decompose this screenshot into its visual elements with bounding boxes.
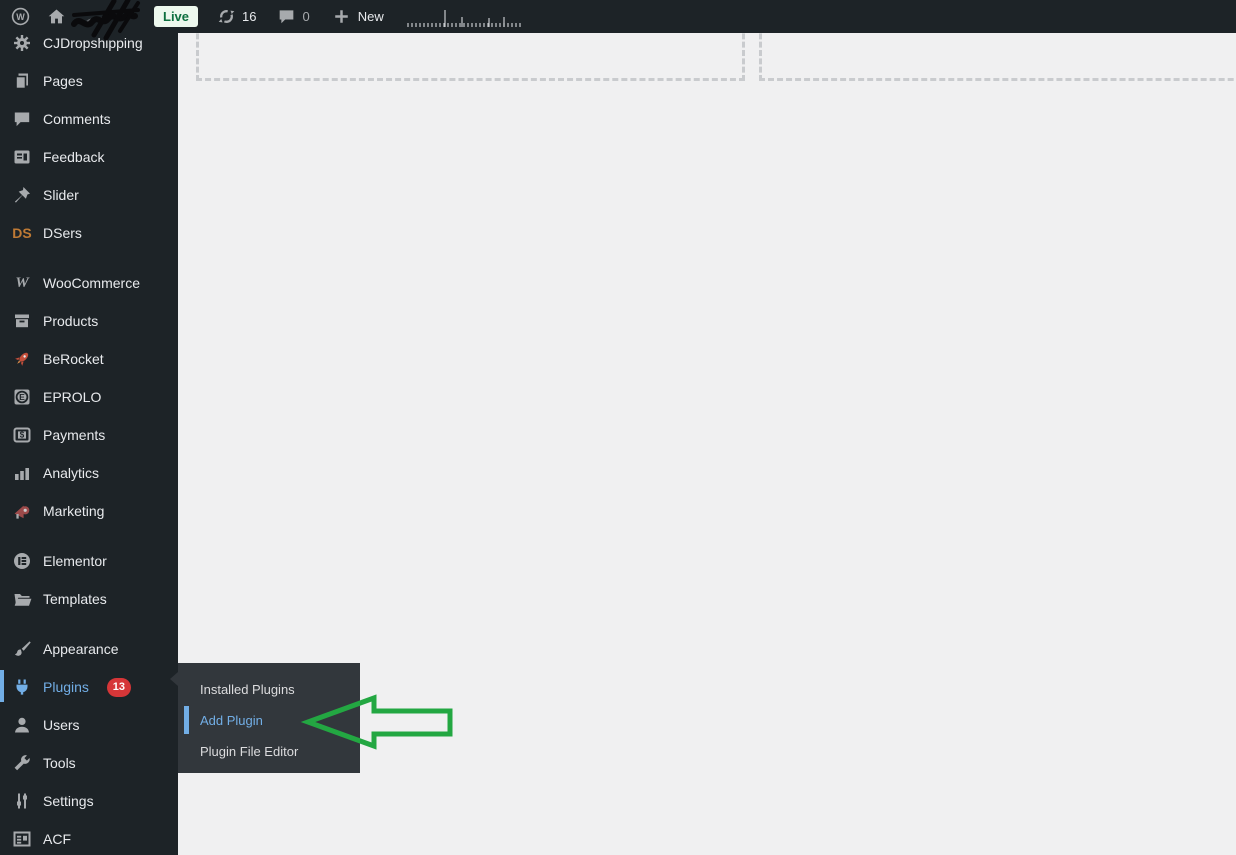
sidebar-item-label: Marketing bbox=[43, 503, 105, 519]
updates-menu-item[interactable]: 16 bbox=[216, 0, 256, 33]
live-badge[interactable]: Live bbox=[154, 6, 199, 27]
plugins-update-badge: 13 bbox=[106, 677, 131, 697]
sidebar-item-elementor[interactable]: Elementor bbox=[0, 542, 178, 580]
sliders-icon bbox=[12, 791, 32, 811]
submenu-item-installed-plugins[interactable]: Installed Plugins bbox=[178, 674, 360, 705]
sidebar-item-settings[interactable]: Settings bbox=[0, 782, 178, 820]
bar-chart-icon bbox=[12, 463, 32, 483]
submenu-item-add-plugin[interactable]: Add Plugin bbox=[178, 705, 360, 736]
sidebar-item-label: BeRocket bbox=[43, 351, 104, 367]
form-icon bbox=[12, 147, 32, 167]
elementor-logo bbox=[12, 551, 32, 571]
sidebar-separator bbox=[0, 618, 178, 630]
sidebar-item-woocommerce[interactable]: W WooCommerce bbox=[0, 264, 178, 302]
site-name-redacted bbox=[71, 0, 140, 41]
comment-bubble-icon bbox=[276, 7, 296, 27]
site-link[interactable]: Live bbox=[46, 0, 199, 41]
plugins-flyout-submenu: Installed Plugins Add Plugin Plugin File… bbox=[170, 663, 360, 773]
box-icon bbox=[12, 311, 32, 331]
sidebar-item-label: Users bbox=[43, 717, 80, 733]
sidebar-item-label: Settings bbox=[43, 793, 94, 809]
sidebar-item-products[interactable]: Products bbox=[0, 302, 178, 340]
folder-icon bbox=[12, 589, 32, 609]
sidebar-item-feedback[interactable]: Feedback bbox=[0, 138, 178, 176]
updates-count: 16 bbox=[242, 9, 257, 24]
pages-icon bbox=[12, 71, 32, 91]
dsers-logo: DS bbox=[12, 225, 32, 241]
submenu-item-plugin-file-editor[interactable]: Plugin File Editor bbox=[178, 736, 360, 767]
svg-text:E: E bbox=[19, 392, 25, 402]
svg-text:$: $ bbox=[20, 431, 25, 440]
sidebar-item-templates[interactable]: Templates bbox=[0, 580, 178, 618]
megaphone-icon bbox=[12, 501, 32, 521]
sidebar-item-label: ACF bbox=[43, 831, 71, 847]
sidebar-item-users[interactable]: Users bbox=[0, 706, 178, 744]
dollar-card-icon: $ bbox=[12, 425, 32, 445]
sidebar-item-label: Slider bbox=[43, 187, 79, 203]
sidebar-item-label: Plugins bbox=[43, 679, 89, 695]
sidebar-item-pages[interactable]: Pages bbox=[0, 62, 178, 100]
comments-menu-item[interactable]: 0 bbox=[276, 0, 310, 33]
sidebar-item-label: Comments bbox=[43, 111, 111, 127]
sidebar-item-marketing[interactable]: Marketing bbox=[0, 492, 178, 530]
sidebar-item-plugins[interactable]: Plugins 13 bbox=[0, 668, 178, 706]
plus-icon bbox=[332, 7, 352, 27]
paintbrush-icon bbox=[12, 639, 32, 659]
admin-top-bar: W Live 16 0 New bbox=[0, 0, 1236, 41]
sidebar-item-eprolo[interactable]: E EPROLO bbox=[0, 378, 178, 416]
sidebar-separator bbox=[0, 252, 178, 264]
sidebar-item-label: Pages bbox=[43, 73, 83, 89]
new-menu-item[interactable]: New bbox=[332, 0, 384, 33]
sidebar-item-label: Elementor bbox=[43, 553, 107, 569]
sidebar-item-label: Appearance bbox=[43, 641, 119, 657]
dashed-placeholder-box bbox=[196, 33, 745, 81]
plug-icon bbox=[12, 677, 32, 697]
wordpress-logo-icon: W bbox=[10, 7, 30, 27]
sidebar-item-label: Feedback bbox=[43, 149, 105, 165]
pushpin-icon bbox=[12, 185, 32, 205]
svg-text:W: W bbox=[16, 12, 25, 22]
redacted-text-ticks bbox=[402, 0, 532, 33]
sidebar-item-tools[interactable]: Tools bbox=[0, 744, 178, 782]
eprolo-logo: E bbox=[12, 387, 32, 407]
sidebar-item-label: Tools bbox=[43, 755, 76, 771]
sidebar-item-label: Products bbox=[43, 313, 99, 329]
sidebar-item-label: EPROLO bbox=[43, 389, 102, 405]
sidebar-item-slider[interactable]: Slider bbox=[0, 176, 178, 214]
sidebar-item-appearance[interactable]: Appearance bbox=[0, 630, 178, 668]
sidebar-item-analytics[interactable]: Analytics bbox=[0, 454, 178, 492]
speech-bubble-icon bbox=[12, 109, 32, 129]
wrench-icon bbox=[12, 753, 32, 773]
dashed-placeholder-box bbox=[759, 33, 1236, 81]
sidebar-item-label: Payments bbox=[43, 427, 106, 443]
sidebar-item-label: Analytics bbox=[43, 465, 100, 481]
sidebar-item-dsers[interactable]: DS DSers bbox=[0, 214, 178, 252]
sidebar-item-comments[interactable]: Comments bbox=[0, 100, 178, 138]
update-icon bbox=[216, 7, 236, 27]
sidebar-item-label: DSers bbox=[43, 225, 82, 241]
sidebar-item-payments[interactable]: $ Payments bbox=[0, 416, 178, 454]
wordpress-menu-item[interactable]: W bbox=[10, 0, 30, 33]
sidebar-item-acf[interactable]: ACF bbox=[0, 820, 178, 855]
new-label: New bbox=[357, 9, 384, 24]
rocket-icon bbox=[12, 349, 32, 369]
woocommerce-logo: W bbox=[15, 274, 29, 291]
gear-icon bbox=[12, 33, 32, 53]
sidebar-separator bbox=[0, 530, 178, 542]
sidebar-item-label: Templates bbox=[43, 591, 107, 607]
table-grid-icon bbox=[12, 829, 32, 849]
admin-sidebar: CJDropshipping Pages Comments Feedback S… bbox=[0, 33, 178, 855]
sidebar-item-label: WooCommerce bbox=[43, 275, 140, 291]
home-icon bbox=[46, 7, 66, 27]
comments-count: 0 bbox=[302, 9, 310, 24]
person-icon bbox=[12, 715, 32, 735]
sidebar-item-berocket[interactable]: BeRocket bbox=[0, 340, 178, 378]
